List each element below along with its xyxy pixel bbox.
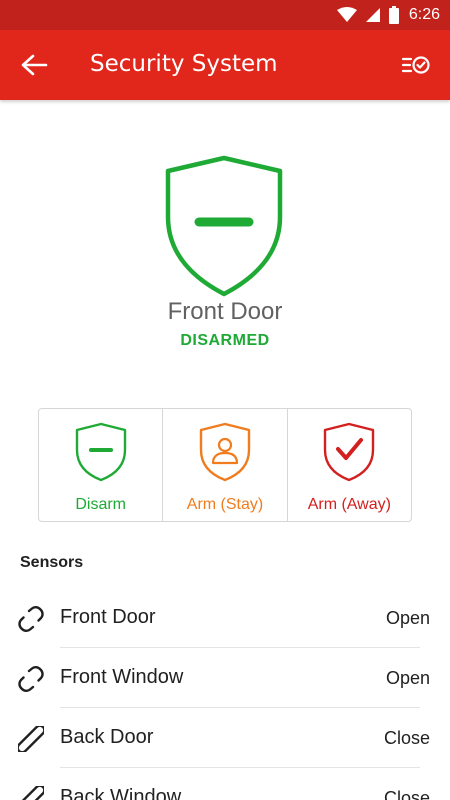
link-icon — [18, 726, 44, 752]
sensor-name: Back Window — [60, 786, 182, 800]
arm-stay-button[interactable]: Arm (Stay) — [162, 409, 286, 521]
history-button[interactable] — [398, 48, 434, 82]
sensor-row-front-window[interactable]: Front Window Open — [0, 648, 450, 708]
link-icon — [18, 786, 44, 800]
sensor-name: Front Window — [60, 666, 184, 688]
shield-minus-icon — [75, 422, 126, 482]
arm-away-button[interactable]: Arm (Away) — [286, 409, 411, 521]
sensor-name: Back Door — [60, 726, 154, 748]
signal-icon — [365, 8, 380, 22]
device-status: DISARMED — [180, 332, 270, 349]
sensors-header: Sensors — [20, 554, 84, 571]
status-icons: 6:26 — [336, 5, 440, 25]
page-title: Security System — [90, 51, 278, 77]
device-name: Front Door — [167, 298, 283, 325]
status-bar: 6:26 — [0, 0, 450, 30]
arm-away-label: Arm (Away) — [307, 496, 391, 513]
disarm-button[interactable]: Disarm — [39, 409, 162, 521]
sensor-state: Close — [383, 788, 430, 800]
status-time: 6:26 — [408, 6, 440, 23]
arm-stay-label: Arm (Stay) — [186, 496, 264, 513]
sensor-row-front-door[interactable]: Front Door Open — [0, 588, 450, 648]
disarm-label: Disarm — [75, 496, 126, 513]
sensor-name: Front Door — [60, 606, 156, 628]
shield-minus-icon — [165, 155, 283, 297]
battery-icon — [388, 6, 399, 24]
shield-person-icon — [199, 422, 251, 482]
history-list-icon — [401, 56, 430, 74]
link-broken-icon — [18, 666, 44, 692]
sensor-row-back-window[interactable]: Back Window Close — [0, 768, 450, 800]
arrow-back-icon — [21, 54, 48, 76]
arm-mode-selector: Disarm Arm (Stay) Arm (Away) — [38, 408, 412, 522]
sensor-state: Close — [383, 728, 430, 748]
wifi-icon — [336, 7, 357, 22]
back-button[interactable] — [14, 47, 54, 83]
link-broken-icon — [18, 606, 44, 632]
shield-check-icon — [324, 422, 375, 482]
sensor-row-back-door[interactable]: Back Door Close — [0, 708, 450, 768]
sensor-state: Open — [385, 668, 430, 688]
sensor-state: Open — [385, 608, 430, 628]
app-bar: Security System — [0, 30, 450, 100]
